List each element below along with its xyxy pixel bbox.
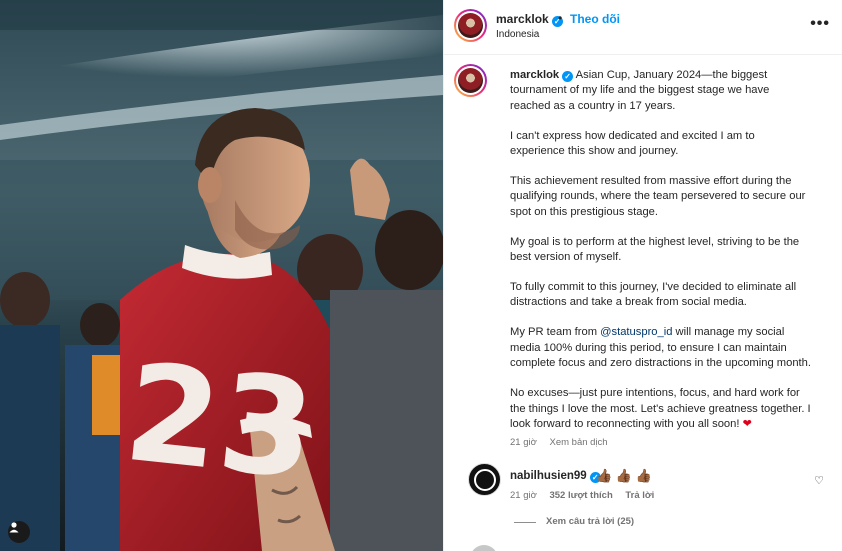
caption-closing-text: No excuses—just pure intentions, focus, …: [510, 387, 811, 430]
author-username[interactable]: marcklok: [496, 12, 549, 26]
see-translation-link[interactable]: Xem bản dịch: [549, 437, 607, 448]
jersey-number: 23: [118, 334, 321, 510]
caption-paragraph-6: My PR team from @statuspro_id will manag…: [510, 325, 812, 371]
caption-paragraph-7: No excuses—just pure intentions, focus, …: [510, 386, 812, 432]
post-photo[interactable]: 23: [0, 0, 443, 551]
commenter-username[interactable]: nabilhusien99: [510, 470, 587, 482]
caption-pr-text-start: My PR team from: [510, 326, 601, 339]
caption-username[interactable]: marcklok: [510, 69, 559, 81]
comment-likes[interactable]: 352 lượt thích: [549, 490, 612, 501]
mention-link[interactable]: @statuspro_id: [600, 326, 672, 338]
commenter-avatar[interactable]: [468, 463, 501, 496]
person-icon: [9, 522, 19, 533]
post-caption: marcklok ✓ Asian Cup, January 2024—the bi…: [510, 68, 812, 447]
view-replies-button[interactable]: Xem câu trả lời (25): [546, 516, 634, 527]
user-tag-icon[interactable]: [8, 521, 30, 543]
separator-dot: •: [558, 11, 563, 25]
location-link[interactable]: Indonesia: [496, 29, 539, 40]
more-options-icon[interactable]: •••: [810, 15, 830, 33]
caption-paragraph-2: I can't express how dedicated and excite…: [510, 129, 755, 158]
caption-meta: 21 giờ Xem bản dịch: [510, 437, 608, 448]
like-comment-heart-icon[interactable]: ♡: [814, 474, 824, 487]
post-details-pane: marcklok ✓ • Theo dõi Indonesia ••• marck…: [443, 0, 842, 551]
caption-paragraph-3: This achievement resulted from massive e…: [510, 175, 806, 218]
author-avatar[interactable]: [454, 9, 487, 42]
replies-divider: [514, 522, 536, 523]
caption-author-avatar[interactable]: [454, 64, 487, 97]
follow-button[interactable]: Theo dõi: [570, 12, 620, 26]
comment-text: 👍🏾 👍🏾 👍🏾: [596, 468, 652, 483]
comment-meta: 21 giờ 352 lượt thích Trả lời: [510, 490, 654, 501]
next-commenter-avatar[interactable]: [470, 545, 498, 551]
caption-paragraph-4: My goal is to perform at the highest lev…: [510, 235, 800, 264]
post-header: marcklok ✓ • Theo dõi Indonesia •••: [444, 0, 842, 55]
caption-time[interactable]: 21 giờ: [510, 437, 537, 448]
commenter-avatar-image: [473, 468, 496, 491]
comment-time[interactable]: 21 giờ: [510, 490, 537, 501]
reply-button[interactable]: Trả lời: [625, 490, 654, 501]
verified-badge-icon: ✓: [562, 71, 574, 82]
caption-paragraph-5: To fully commit to this journey, I've de…: [510, 281, 797, 309]
player-photo: 23: [0, 0, 443, 551]
heart-emoji: ❤: [742, 417, 752, 430]
